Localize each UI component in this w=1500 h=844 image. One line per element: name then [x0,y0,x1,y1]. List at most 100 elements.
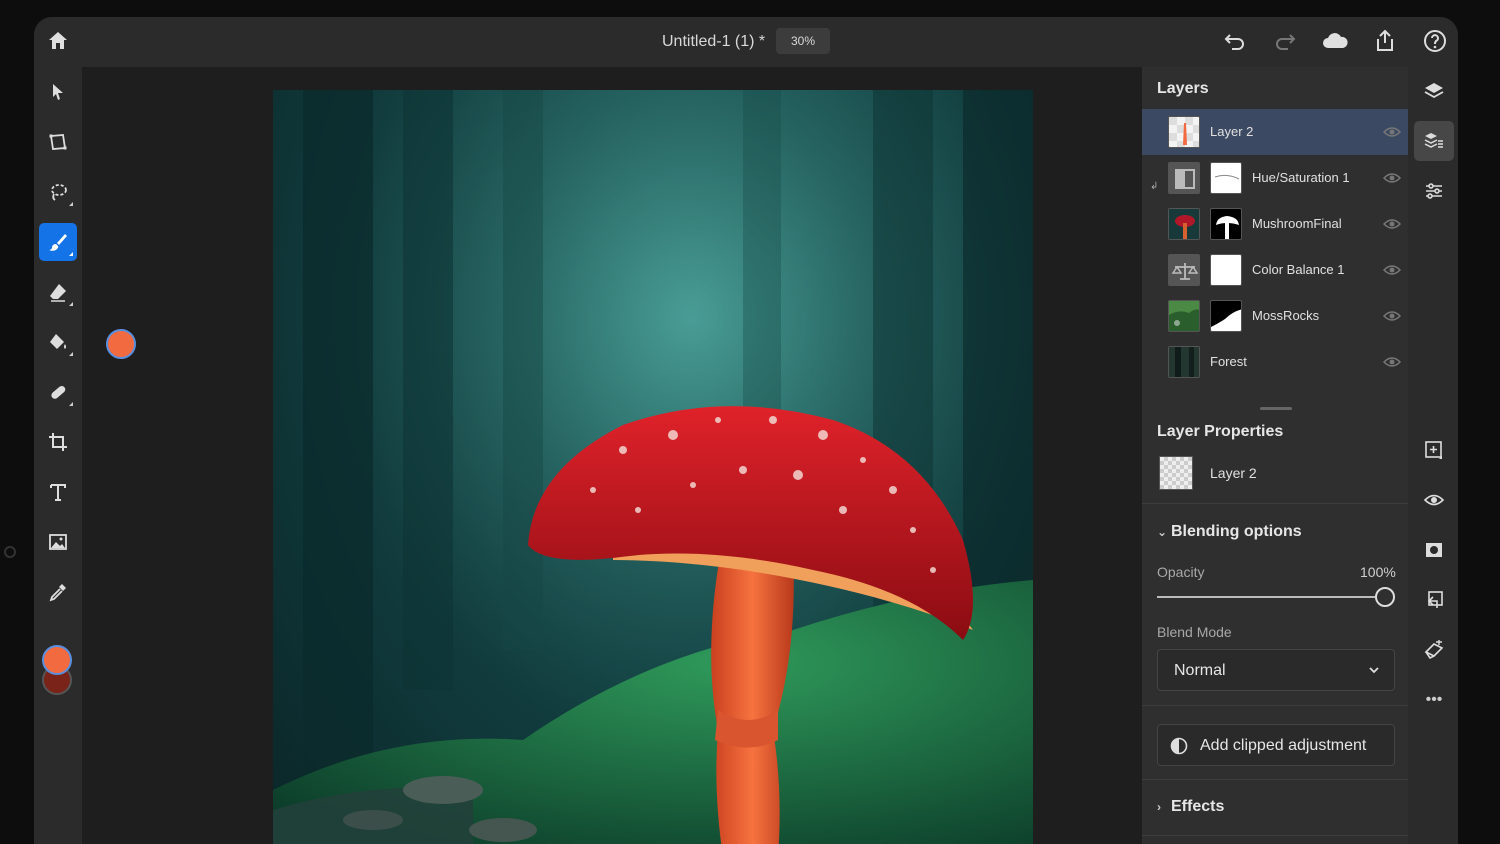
chevron-right-icon: › [1157,800,1161,814]
layers-toggle-button[interactable] [1414,71,1454,111]
crop-icon [49,433,67,451]
layer-row-mushroomfinal[interactable]: MushroomFinal [1142,201,1408,247]
layer-properties-title: Layer Properties [1157,423,1284,440]
layer-row-forest[interactable]: Forest [1142,339,1408,385]
lasso-icon [51,184,67,201]
layer-row-layer-2[interactable]: Layer 2 [1142,109,1408,155]
add-layer-button[interactable] [1414,430,1454,470]
tool-bar [34,67,82,844]
help-icon[interactable] [1422,28,1448,54]
eyedropper-tool[interactable] [39,573,77,611]
layer-properties-name[interactable]: Layer 2 [1210,465,1257,481]
type-tool[interactable] [39,473,77,511]
clipped-arrow-icon: ↲ [1150,181,1159,192]
artboard-image[interactable] [273,90,1033,844]
clipping-mask-icon [1427,591,1443,608]
fill-tool[interactable] [39,323,77,361]
visibility-eye-icon[interactable] [1383,125,1401,139]
home-icon[interactable] [46,29,70,53]
blend-mode-label: Blend Mode [1157,624,1232,640]
brush-tool[interactable] [39,223,77,261]
paint-bucket-icon [50,334,66,349]
zoom-level[interactable]: 30% [776,28,830,54]
healing-tool[interactable] [39,373,77,411]
sliders-icon [1426,183,1442,199]
panel-resize-grip[interactable] [1260,407,1292,410]
document-title[interactable]: Untitled-1 (1) * [662,33,765,51]
chevron-down-icon [1369,667,1379,674]
layer-row-color-balance[interactable]: Color Balance 1 [1142,247,1408,293]
layer-mask-thumbnail [1210,162,1242,194]
blend-mode-select[interactable]: Normal [1157,649,1395,691]
blend-mode-value: Normal [1174,662,1226,679]
brush-foreground-color[interactable] [106,329,136,359]
blending-options-header[interactable]: ⌄ Blending options [1157,523,1302,541]
cloud-icon[interactable] [1321,28,1348,54]
layer-thumbnail [1168,346,1200,378]
eraser-tool[interactable] [39,273,77,311]
right-rail: ••• [1408,67,1458,844]
transform-icon [49,134,67,150]
layer-name: Hue/Saturation 1 [1252,170,1350,185]
visibility-eye-icon[interactable] [1383,263,1401,277]
tool-submenu-indicator [69,352,73,356]
transform-tool[interactable] [39,123,77,161]
opacity-value[interactable]: 100% [1360,564,1396,580]
layer-properties-icon [1424,133,1443,148]
layer-name: MushroomFinal [1252,216,1342,231]
opacity-slider-track[interactable] [1157,596,1375,598]
tool-submenu-indicator [69,202,73,206]
visibility-button[interactable] [1414,480,1454,520]
share-icon[interactable] [1372,28,1398,54]
layer-mask-thumbnail [1210,300,1242,332]
brush-icon [49,234,67,251]
layer-mask-thumbnail [1210,208,1242,240]
color-swatches[interactable] [42,645,74,697]
redo-icon[interactable] [1272,28,1298,54]
divider [1142,779,1408,780]
layer-thumbnail [1168,300,1200,332]
clip-layer-button[interactable] [1414,580,1454,620]
eraser-icon [50,284,66,302]
eraser-layer-icon [1424,640,1444,660]
pointer-icon [53,84,63,100]
tool-submenu-indicator [69,302,73,306]
layers-title: Layers [1157,80,1209,97]
add-clipped-adjustment-button[interactable]: Add clipped adjustment [1157,724,1395,766]
layer-name: Forest [1210,354,1247,369]
layer-fx-button[interactable] [1414,630,1454,670]
visibility-eye-icon[interactable] [1383,309,1401,323]
place-image-tool[interactable] [39,523,77,561]
select-tool[interactable] [39,73,77,111]
mask-icon [1426,543,1442,557]
bandage-icon [51,385,66,399]
layer-thumbnail [1168,208,1200,240]
layer-name: Color Balance 1 [1252,262,1345,277]
undo-icon[interactable] [1222,28,1248,54]
effects-label: Effects [1171,798,1225,815]
crop-tool[interactable] [39,423,77,461]
text-icon [50,484,66,501]
image-icon [49,534,67,550]
canvas-area[interactable] [82,67,1142,844]
layer-row-mossrocks[interactable]: MossRocks [1142,293,1408,339]
opacity-slider-handle[interactable] [1375,587,1395,607]
mushroom-forest-artwork [273,90,1033,844]
eyedropper-icon [49,584,66,602]
visibility-eye-icon[interactable] [1383,217,1401,231]
divider [1142,835,1408,836]
visibility-eye-icon[interactable] [1383,355,1401,369]
adjustments-button[interactable] [1414,171,1454,211]
opacity-label: Opacity [1157,564,1205,580]
layer-row-hue-saturation[interactable]: ↲ Hue/Saturation 1 [1142,155,1408,201]
layer-properties-button[interactable] [1414,121,1454,161]
effects-header[interactable]: › Effects [1157,798,1224,816]
add-clipped-adjustment-label: Add clipped adjustment [1200,737,1367,754]
add-mask-button[interactable] [1414,530,1454,570]
lasso-tool[interactable] [39,173,77,211]
visibility-eye-icon[interactable] [1383,171,1401,185]
layer-thumbnail [1168,116,1200,148]
foreground-color[interactable] [42,645,72,675]
more-options-button[interactable]: ••• [1414,680,1454,720]
device-camera-dot [4,546,16,558]
